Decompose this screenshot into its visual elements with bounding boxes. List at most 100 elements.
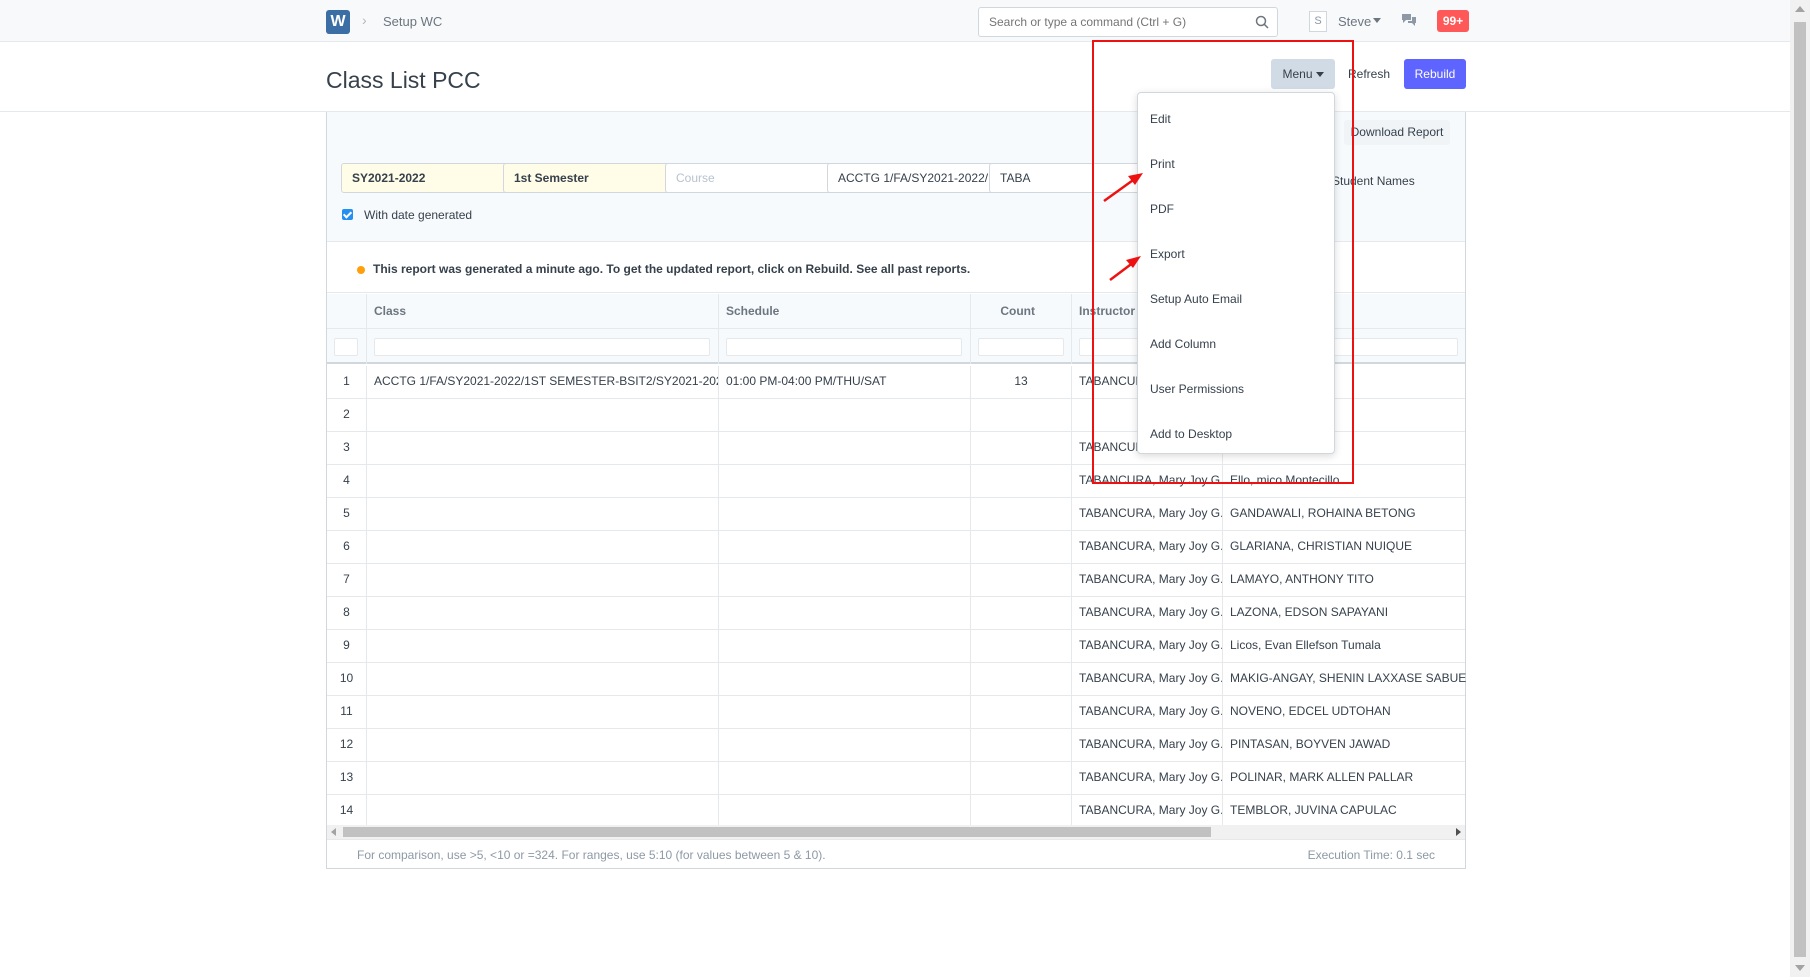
breadcrumb[interactable]: Setup WC	[383, 14, 442, 29]
row-number[interactable]: 8	[327, 597, 367, 630]
class-cell[interactable]	[367, 432, 719, 465]
schedule-cell[interactable]	[719, 531, 971, 564]
class-cell[interactable]	[367, 762, 719, 795]
class-cell[interactable]	[367, 564, 719, 597]
instructor-cell[interactable]: TABANCURA, Mary Joy G.	[1072, 696, 1223, 729]
search-input[interactable]	[979, 8, 1239, 36]
count-cell[interactable]	[971, 432, 1072, 465]
scrollbar-thumb[interactable]	[1794, 22, 1806, 957]
with-date-checkbox[interactable]	[342, 209, 353, 220]
count-cell[interactable]	[971, 795, 1072, 828]
row-number[interactable]: 4	[327, 465, 367, 498]
course-filter[interactable]: Course	[665, 163, 837, 193]
row-number[interactable]: 10	[327, 663, 367, 696]
count-cell[interactable]: 13	[971, 366, 1072, 399]
schedule-cell[interactable]	[719, 597, 971, 630]
schedule-cell[interactable]	[719, 465, 971, 498]
instructor-cell[interactable]: TABANCURA, Mary Joy G.	[1072, 795, 1223, 828]
class-cell[interactable]	[367, 663, 719, 696]
student-cell[interactable]: TEMBLOR, JUVINA CAPULAC	[1223, 795, 1467, 828]
count-cell[interactable]	[971, 597, 1072, 630]
chat-icon[interactable]	[1401, 13, 1417, 27]
rebuild-button[interactable]: Rebuild	[1404, 59, 1466, 89]
schedule-cell[interactable]: 01:00 PM-04:00 PM/THU/SAT	[719, 366, 971, 399]
instructor-cell[interactable]: TABANCURA, Mary Joy G.	[1072, 630, 1223, 663]
schedule-cell[interactable]	[719, 498, 971, 531]
horizontal-scrollbar[interactable]	[327, 825, 1465, 839]
count-cell[interactable]	[971, 531, 1072, 564]
instructor-cell[interactable]: TABANCURA, Mary Joy G.	[1072, 762, 1223, 795]
instructor-cell[interactable]: TABANCURA, Mary Joy G.	[1072, 498, 1223, 531]
class-cell[interactable]	[367, 630, 719, 663]
schedule-cell[interactable]	[719, 399, 971, 432]
past-reports-link[interactable]: See all past reports.	[856, 262, 970, 276]
scroll-right-icon[interactable]	[1456, 828, 1461, 836]
class-column-filter[interactable]	[374, 338, 710, 356]
table-row[interactable]: 13 TABANCURA, Mary Joy G. POLINAR, MARK AL…	[327, 762, 1465, 795]
search-box[interactable]	[978, 7, 1278, 37]
row-number[interactable]: 12	[327, 729, 367, 762]
row-number[interactable]: 11	[327, 696, 367, 729]
table-row[interactable]: 5 TABANCURA, Mary Joy G. GANDAWALI, ROHAIN…	[327, 498, 1465, 531]
table-row[interactable]: 6 TABANCURA, Mary Joy G. GLARIANA, CHRISTI…	[327, 531, 1465, 564]
page-scrollbar[interactable]	[1790, 0, 1810, 977]
class-cell[interactable]	[367, 465, 719, 498]
row-number[interactable]: 2	[327, 399, 367, 432]
app-logo[interactable]: W	[326, 10, 350, 34]
schedule-cell[interactable]	[719, 564, 971, 597]
instructor-cell[interactable]: TABANCURA, Mary Joy G.	[1072, 597, 1223, 630]
notification-badge[interactable]: 99+	[1437, 10, 1469, 32]
student-cell[interactable]: POLINAR, MARK ALLEN PALLAR	[1223, 762, 1467, 795]
schedule-cell[interactable]	[719, 729, 971, 762]
student-cell[interactable]: LAMAYO, ANTHONY TITO	[1223, 564, 1467, 597]
table-row[interactable]: 14 TABANCURA, Mary Joy G. TEMBLOR, JUVINA …	[327, 795, 1465, 828]
count-column-header[interactable]: Count	[971, 294, 1072, 329]
student-cell[interactable]: MAKIG-ANGAY, SHENIN LAXXASE SABUERO	[1223, 663, 1467, 696]
row-number[interactable]: 1	[327, 366, 367, 399]
instructor-cell[interactable]: TABANCURA, Mary Joy G.	[1072, 531, 1223, 564]
count-cell[interactable]	[971, 498, 1072, 531]
table-row[interactable]: 8 TABANCURA, Mary Joy G. LAZONA, EDSON SAP…	[327, 597, 1465, 630]
class-column-header[interactable]: Class	[367, 294, 719, 329]
row-number[interactable]: 6	[327, 531, 367, 564]
count-cell[interactable]	[971, 399, 1072, 432]
count-cell[interactable]	[971, 663, 1072, 696]
schedule-cell[interactable]	[719, 795, 971, 828]
table-row[interactable]: 9 TABANCURA, Mary Joy G. Licos, Evan Ellef…	[327, 630, 1465, 663]
schedule-cell[interactable]	[719, 663, 971, 696]
student-cell[interactable]: Licos, Evan Ellefson Tumala	[1223, 630, 1467, 663]
student-cell[interactable]: NOVENO, EDCEL UDTOHAN	[1223, 696, 1467, 729]
school-year-filter[interactable]: SY2021-2022	[341, 163, 513, 193]
count-column-filter[interactable]	[978, 338, 1064, 356]
scroll-down-icon[interactable]	[1795, 965, 1805, 971]
scrollbar-thumb[interactable]	[343, 827, 1211, 837]
user-menu[interactable]: Steve	[1338, 14, 1371, 29]
avatar[interactable]: S	[1309, 11, 1327, 32]
count-cell[interactable]	[971, 630, 1072, 663]
class-filter[interactable]: ACCTG 1/FA/SY2021-2022/1	[827, 163, 999, 193]
class-cell[interactable]	[367, 399, 719, 432]
student-cell[interactable]: GLARIANA, CHRISTIAN NUIQUE	[1223, 531, 1467, 564]
student-cell[interactable]: PINTASAN, BOYVEN JAWAD	[1223, 729, 1467, 762]
schedule-column-header[interactable]: Schedule	[719, 294, 971, 329]
schedule-column-filter[interactable]	[726, 338, 962, 356]
schedule-cell[interactable]	[719, 432, 971, 465]
schedule-cell[interactable]	[719, 696, 971, 729]
row-number[interactable]: 9	[327, 630, 367, 663]
table-row[interactable]: 10 TABANCURA, Mary Joy G. MAKIG-ANGAY, SHE…	[327, 663, 1467, 696]
class-cell[interactable]	[367, 498, 719, 531]
student-cell[interactable]: GANDAWALI, ROHAINA BETONG	[1223, 498, 1467, 531]
class-cell[interactable]	[367, 795, 719, 828]
count-cell[interactable]	[971, 762, 1072, 795]
download-report-button[interactable]: Download Report	[1344, 120, 1450, 145]
instructor-cell[interactable]: TABANCURA, Mary Joy G.	[1072, 663, 1223, 696]
instructor-cell[interactable]: TABANCURA, Mary Joy G.	[1072, 729, 1223, 762]
row-number[interactable]: 14	[327, 795, 367, 828]
search-icon[interactable]	[1255, 15, 1269, 29]
caret-down-icon[interactable]	[1373, 18, 1381, 23]
table-row[interactable]: 11 TABANCURA, Mary Joy G. NOVENO, EDCEL UD…	[327, 696, 1465, 729]
count-cell[interactable]	[971, 564, 1072, 597]
class-cell[interactable]	[367, 696, 719, 729]
row-filter-input[interactable]	[334, 338, 358, 356]
class-cell[interactable]	[367, 597, 719, 630]
